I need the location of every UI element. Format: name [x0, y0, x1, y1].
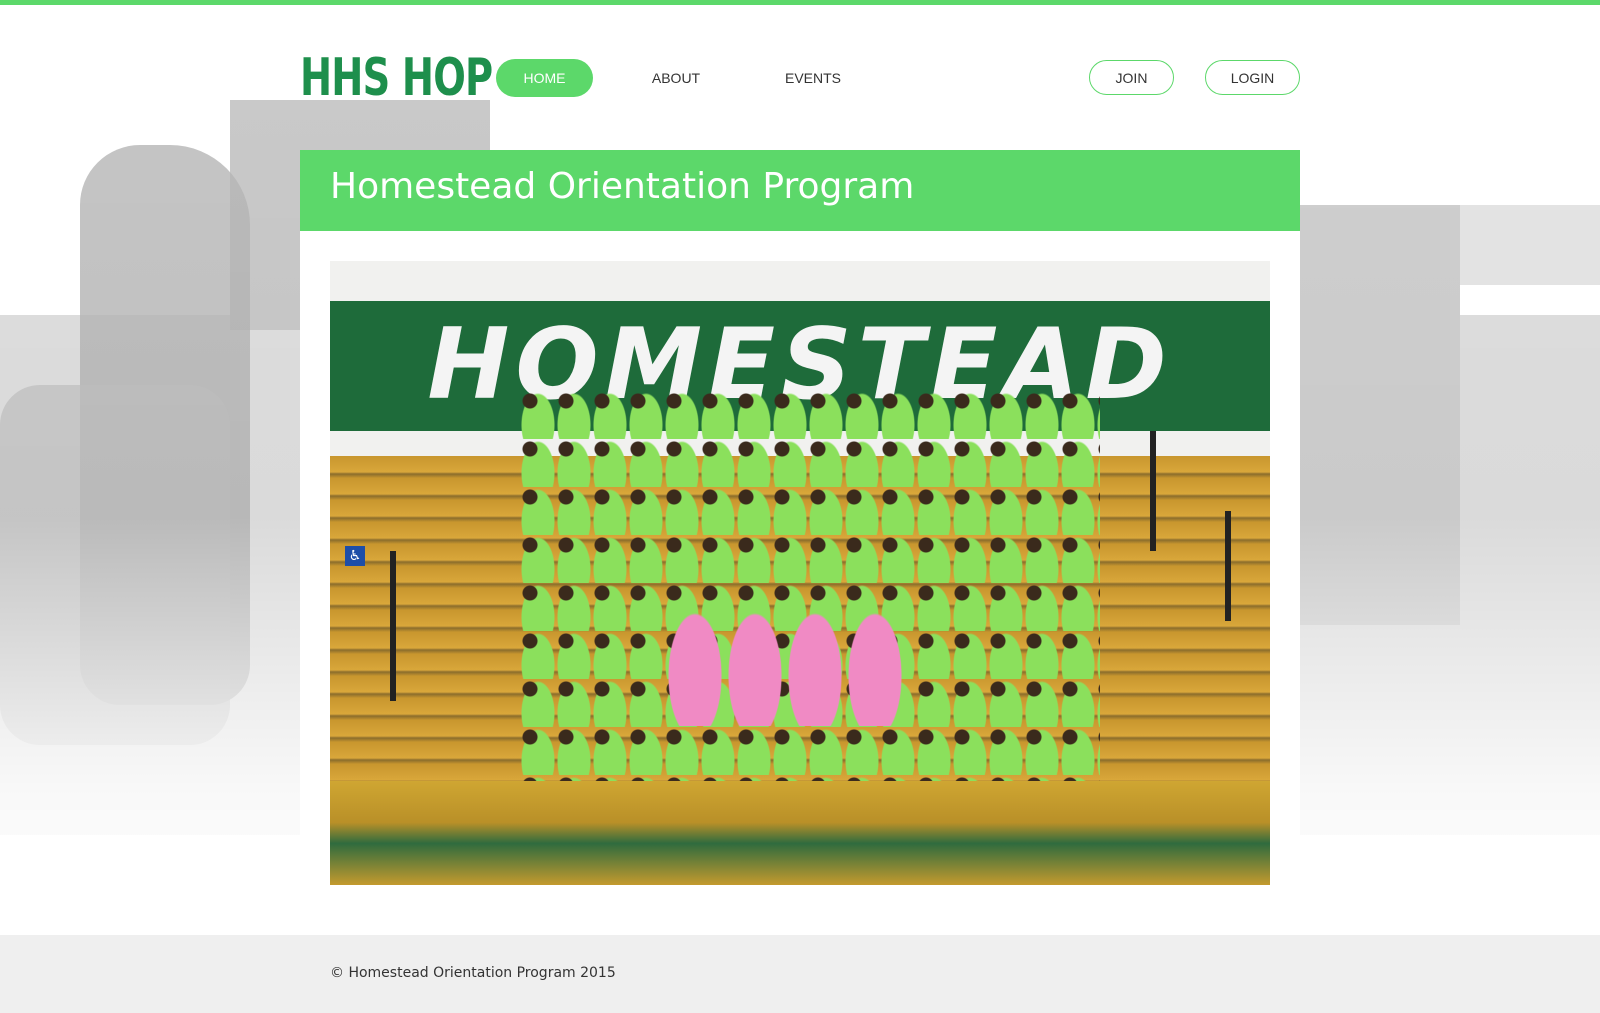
panel-header: Homestead Orientation Program [300, 150, 1300, 231]
accessibility-sign-icon: ♿ [345, 546, 365, 566]
nav-home[interactable]: HOME [496, 59, 593, 97]
login-button[interactable]: LOGIN [1205, 60, 1300, 95]
nav-about[interactable]: ABOUT [636, 59, 716, 97]
nav-events[interactable]: EVENTS [770, 59, 856, 97]
student-group [520, 391, 1100, 791]
gym-floor [330, 781, 1270, 885]
content-panel: Homestead Orientation Program HOMESTEAD … [300, 150, 1300, 935]
site-logo[interactable]: HHS HOP [300, 48, 493, 108]
footer: © Homestead Orientation Program 2015 [0, 935, 1600, 1013]
group-photo: HOMESTEAD ♿ [330, 261, 1270, 885]
join-button[interactable]: JOIN [1089, 60, 1174, 95]
copyright-text: © Homestead Orientation Program 2015 [330, 965, 616, 981]
page-title: Homestead Orientation Program [330, 166, 915, 207]
front-row-leaders [665, 606, 905, 726]
